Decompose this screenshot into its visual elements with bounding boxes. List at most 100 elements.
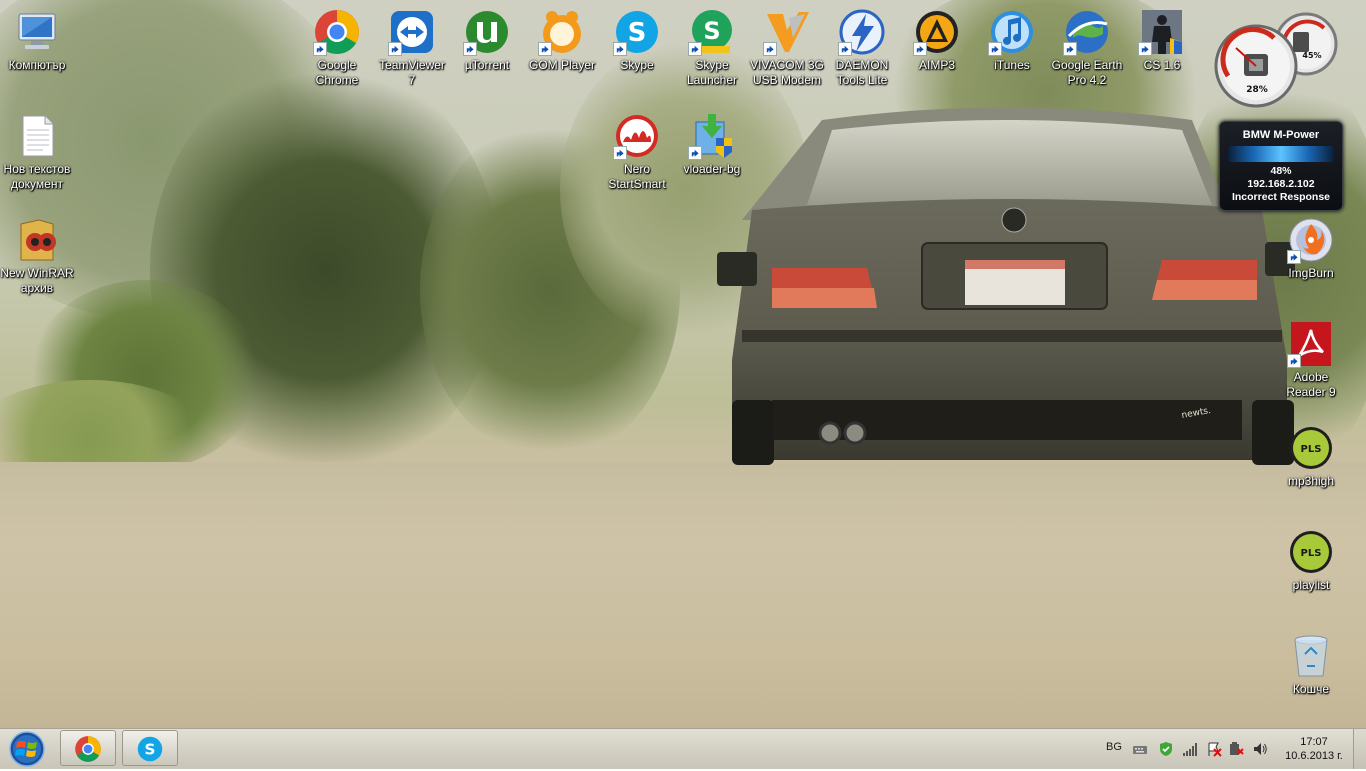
itunes-shortcut[interactable]: iTunes	[975, 8, 1049, 73]
connection-status: Incorrect Response	[1231, 191, 1331, 203]
svg-text:S: S	[628, 18, 647, 48]
pls-playlist-icon: PLS	[1287, 424, 1335, 472]
skype-launcher-shortcut[interactable]: S Skype Launcher	[675, 8, 749, 88]
security-shield-icon[interactable]	[1158, 741, 1174, 757]
recycle-bin-shortcut[interactable]: Кошче	[1274, 632, 1348, 697]
imgburn-icon	[1287, 216, 1335, 264]
vloader-shortcut[interactable]: vloader-bg	[675, 112, 749, 177]
shortcut-arrow-icon	[688, 146, 702, 160]
language-indicator[interactable]: BG	[1106, 741, 1122, 757]
memory-usage-text: 45%	[1302, 51, 1321, 60]
new-text-document-shortcut[interactable]: Нов текстов документ	[0, 112, 74, 192]
shortcut-arrow-icon	[613, 42, 627, 56]
icon-label: playlist	[1292, 578, 1330, 592]
icon-label: Google Chrome	[315, 58, 359, 87]
computer-shortcut[interactable]: Компютър	[0, 8, 74, 73]
pls-badge: PLS	[1301, 548, 1322, 559]
skype-shortcut[interactable]: S Skype	[600, 8, 674, 73]
icon-label: Skype	[620, 58, 654, 72]
vivacom-shortcut[interactable]: VIVACOM 3G USB Modem	[750, 8, 824, 88]
adobe-reader-icon	[1287, 320, 1335, 368]
pls-playlist-icon: PLS	[1287, 528, 1335, 576]
icon-label: Adobe Reader 9	[1286, 370, 1336, 399]
recycle-bin-icon	[1287, 632, 1335, 680]
gadget-title: BMW M-Power	[1242, 129, 1320, 141]
shortcut-arrow-icon	[1138, 42, 1152, 56]
svg-text:S: S	[145, 740, 156, 758]
clock[interactable]: 17:07 10.6.2013 г.	[1278, 735, 1350, 763]
icon-label: iTunes	[994, 58, 1030, 72]
mp3high-shortcut[interactable]: PLS mp3high	[1274, 424, 1348, 489]
teamviewer-icon	[388, 8, 436, 56]
pls-badge: PLS	[1301, 444, 1322, 455]
imgburn-shortcut[interactable]: ImgBurn	[1274, 216, 1348, 281]
counter-strike-icon	[1138, 8, 1186, 56]
taskbar-chrome-button[interactable]	[60, 730, 116, 766]
aimp3-shortcut[interactable]: AIMP3	[900, 8, 974, 73]
icon-label: Компютър	[8, 58, 66, 72]
utorrent-shortcut[interactable]: µTorrent	[450, 8, 524, 73]
utorrent-icon	[463, 8, 511, 56]
icon-label: CS 1.6	[1143, 58, 1181, 72]
icon-label: Нов текстов документ	[3, 162, 71, 191]
google-chrome-shortcut[interactable]: Google Chrome	[300, 8, 374, 88]
skype-launcher-icon: S	[688, 8, 736, 56]
shortcut-arrow-icon	[763, 42, 777, 56]
gom-player-shortcut[interactable]: GOM Player	[525, 8, 599, 73]
icon-label: Google Earth Pro 4.2	[1051, 58, 1123, 87]
network-signal-icon[interactable]	[1182, 741, 1198, 757]
nero-icon	[613, 112, 661, 160]
power-status-icon[interactable]	[1228, 741, 1244, 757]
cpu-meter-gadget[interactable]: 28% 45%	[1214, 8, 1344, 108]
shortcut-arrow-icon	[1287, 250, 1301, 264]
icon-label: GOM Player	[528, 58, 595, 72]
cpu-usage-text: 28%	[1246, 85, 1268, 95]
wallpaper-car: newts.	[717, 107, 1295, 465]
shortcut-arrow-icon	[313, 42, 327, 56]
icon-label: VIVACOM 3G USB Modem	[750, 58, 824, 87]
taskbar-skype-button[interactable]: S	[122, 730, 178, 766]
daemon-tools-icon	[838, 8, 886, 56]
computer-icon	[13, 8, 61, 56]
text-document-icon	[13, 112, 61, 160]
itunes-icon	[988, 8, 1036, 56]
teamviewer-shortcut[interactable]: TeamViewer 7	[375, 8, 449, 88]
chrome-icon	[313, 8, 361, 56]
icon-label: AIMP3	[918, 58, 955, 72]
shortcut-arrow-icon	[613, 146, 627, 160]
icon-label: Skype Launcher	[686, 58, 738, 87]
shortcut-arrow-icon	[463, 42, 477, 56]
shortcut-arrow-icon	[913, 42, 927, 56]
icon-label: New WinRAR архив	[0, 266, 74, 295]
wifi-gadget[interactable]: BMW M-Power 48% 192.168.2.102 Incorrect …	[1219, 121, 1343, 211]
volume-icon[interactable]	[1252, 741, 1268, 757]
ip-address: 192.168.2.102	[1247, 178, 1315, 190]
winrar-archive-shortcut[interactable]: New WinRAR архив	[0, 216, 74, 296]
system-tray: BG 17:07 10.6.2013 г.	[1096, 729, 1366, 769]
taskbar: S BG 17:07 10.6.2013 г.	[0, 728, 1366, 769]
keyboard-icon[interactable]	[1132, 741, 1148, 757]
shortcut-arrow-icon	[688, 42, 702, 56]
shortcut-arrow-icon	[388, 42, 402, 56]
google-earth-shortcut[interactable]: Google Earth Pro 4.2	[1050, 8, 1124, 88]
nero-shortcut[interactable]: Nero StartSmart	[600, 112, 674, 192]
cs16-shortcut[interactable]: CS 1.6	[1125, 8, 1199, 73]
vivacom-icon	[763, 8, 811, 56]
start-button[interactable]	[4, 730, 50, 768]
show-desktop-button[interactable]	[1353, 729, 1366, 769]
skype-icon: S	[137, 736, 163, 762]
aimp-icon	[913, 8, 961, 56]
adobe-reader-shortcut[interactable]: Adobe Reader 9	[1274, 320, 1348, 400]
vloader-icon	[688, 112, 736, 160]
shortcut-arrow-icon	[538, 42, 552, 56]
icon-label: ImgBurn	[1288, 266, 1334, 280]
action-center-flag-icon[interactable]	[1206, 741, 1222, 757]
daemon-tools-shortcut[interactable]: DAEMON Tools Lite	[825, 8, 899, 88]
icon-label: DAEMON Tools Lite	[835, 58, 889, 87]
clock-time: 17:07	[1300, 736, 1328, 748]
signal-bar	[1228, 146, 1334, 162]
desktop[interactable]: newts. Компютър Нов текстов документ New…	[0, 0, 1366, 728]
wallpaper-road	[0, 462, 1366, 728]
playlist-shortcut[interactable]: PLS playlist	[1274, 528, 1348, 593]
icon-label: Nero StartSmart	[608, 162, 666, 191]
